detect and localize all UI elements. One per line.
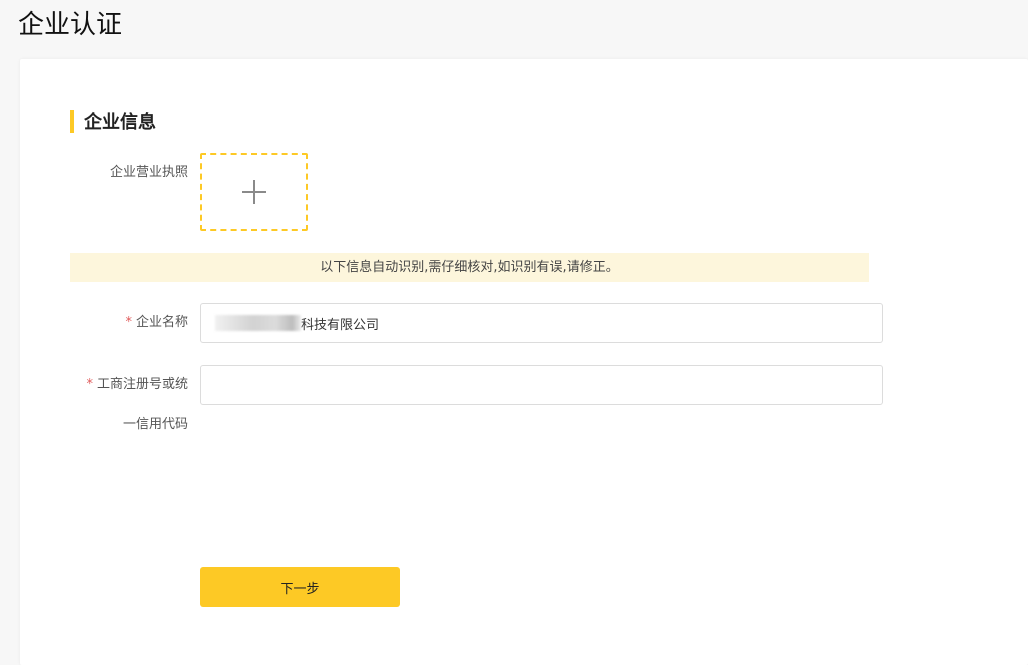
section-title: 企业信息 [84,112,156,133]
company-name-value-suffix: 科技有限公司 [301,317,380,333]
section-heading: 企业信息 [70,109,156,133]
required-mark: * [125,315,132,330]
registration-code-input[interactable] [200,365,883,405]
required-mark: * [86,377,93,392]
section-accent-bar [70,109,74,133]
redacted-text-blur [215,315,301,331]
registration-code-label: * 工商注册号或统 [20,375,188,395]
plus-icon [242,180,266,204]
company-name-input[interactable]: 科技有限公司 [200,303,883,343]
registration-code-label-line2: 一信用代码 [122,417,188,432]
next-step-button[interactable]: 下一步 [200,567,400,607]
page-title: 企业认证 [18,10,123,40]
auto-recognition-notice: 以下信息自动识别,需仔细核对,如识别有误,请修正。 [70,253,869,282]
company-name-label: * 企业名称 [20,313,188,333]
license-upload-button[interactable] [200,153,308,231]
registration-code-label-line1: 工商注册号或统 [96,377,188,392]
company-name-label-text: 企业名称 [135,315,188,330]
enterprise-form-card: 企业信息 企业营业执照 以下信息自动识别,需仔细核对,如识别有误,请修正。 * 企… [20,59,1028,665]
license-label: 企业营业执照 [109,165,188,180]
